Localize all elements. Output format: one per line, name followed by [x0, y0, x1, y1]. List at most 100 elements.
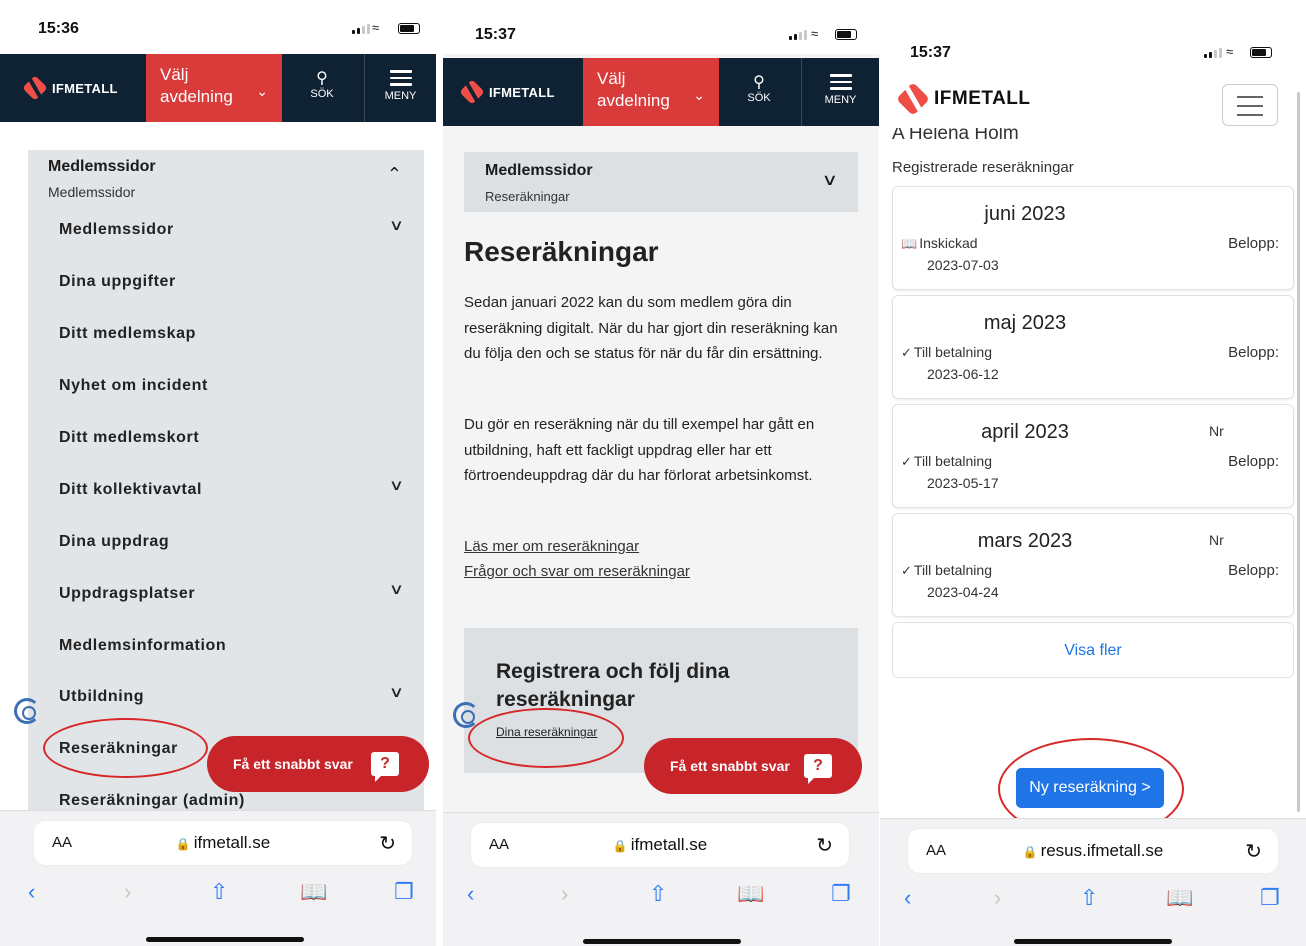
- expense-card[interactable]: mars 2023 ✓ Till betalning 2023-04-24 Bel…: [892, 513, 1294, 617]
- home-indicator: [583, 939, 741, 944]
- url-text: ifmetall.se: [193, 833, 271, 852]
- bookmarks-icon[interactable]: 📖: [1166, 885, 1193, 911]
- chevron-up-icon[interactable]: ⌃: [387, 164, 402, 185]
- reload-icon[interactable]: ↻: [1245, 839, 1262, 864]
- site-header: IFMETALL: [880, 76, 1306, 136]
- breadcrumb-title: Medlemssidor: [485, 162, 593, 179]
- menu-item-ditt-kollektivavtal[interactable]: Ditt kollektivavtal: [59, 481, 202, 499]
- chevron-down-icon[interactable]: ∨: [389, 216, 404, 234]
- back-icon[interactable]: ‹: [28, 879, 35, 905]
- chevron-down-icon[interactable]: ∨: [389, 476, 404, 494]
- phone-screen-reserakningar: 15:37 ≈ IFMETALL Välj avdelning ⌄ ⚲ SÖK …: [443, 0, 879, 946]
- back-icon[interactable]: ‹: [904, 885, 911, 911]
- forward-icon[interactable]: ›: [994, 885, 1001, 911]
- address-bar[interactable]: AA 🔒 ifmetall.se ↻: [471, 823, 849, 867]
- menu-item-medlemssidor[interactable]: Medlemssidor: [59, 221, 174, 239]
- site-header: IFMETALL Välj avdelning ⌄ ⚲ SÖK MENY: [0, 54, 436, 122]
- menu-toggle-button[interactable]: [1222, 84, 1278, 126]
- quick-answer-label: Få ett snabbt svar: [670, 758, 790, 774]
- read-more-link[interactable]: Läs mer om reseräkningar: [464, 538, 639, 555]
- ifmetall-logo[interactable]: IFMETALL: [898, 84, 1031, 114]
- chat-widget-icon[interactable]: [14, 698, 40, 724]
- scrollbar[interactable]: [1297, 92, 1300, 812]
- menu-item-dina-uppdrag[interactable]: Dina uppdrag: [59, 533, 169, 551]
- menu-item-ditt-medlemskort[interactable]: Ditt medlemskort: [59, 429, 199, 447]
- lock-icon: 🔒: [612, 839, 628, 853]
- home-indicator: [1014, 939, 1172, 944]
- chevron-down-icon[interactable]: ∨: [389, 580, 404, 598]
- phone-screen-resus: 15:37 ≈ IFMETALL A Helena Holm Registrer…: [880, 0, 1306, 946]
- menu-label: MENY: [824, 93, 857, 106]
- menu-item-nyhet-om-incident[interactable]: Nyhet om incident: [59, 377, 208, 395]
- card-date: 2023-04-24: [927, 584, 999, 600]
- reload-icon[interactable]: ↻: [379, 831, 396, 856]
- select-department-button[interactable]: Välj avdelning ⌄: [146, 54, 282, 122]
- expense-card[interactable]: juni 2023 📖 Inskickad 2023-07-03 Belopp:: [892, 186, 1294, 290]
- ifmetall-logo-icon: [898, 84, 928, 114]
- intro-paragraph: Sedan januari 2022 kan du som medlem gör…: [464, 294, 838, 362]
- phone-screen-menu: 15:36 ≈ IFMETALL Välj avdelning ⌄ ⚲ SÖK …: [0, 0, 436, 946]
- chevron-down-icon[interactable]: ∨: [822, 170, 838, 190]
- menu-header[interactable]: Medlemssidor Medlemssidor: [48, 158, 156, 200]
- quick-answer-button[interactable]: Få ett snabbt svar ?: [644, 738, 862, 794]
- menu-item-dina-uppgifter[interactable]: Dina uppgifter: [59, 273, 176, 291]
- share-icon[interactable]: ⇧: [649, 881, 667, 907]
- card-amount-label: Belopp:: [1228, 344, 1279, 361]
- reload-icon[interactable]: ↻: [816, 833, 833, 858]
- ifmetall-logo-icon: [461, 81, 483, 103]
- forward-icon[interactable]: ›: [561, 881, 568, 907]
- ifmetall-logo-icon: [24, 77, 46, 99]
- menu-header-sub: Medlemssidor: [48, 184, 136, 200]
- tabs-icon[interactable]: ❐: [831, 881, 851, 907]
- home-indicator: [146, 937, 304, 942]
- hamburger-icon: [829, 74, 852, 90]
- ifmetall-logo[interactable]: IFMETALL: [461, 81, 555, 103]
- menu-button[interactable]: MENY: [801, 58, 879, 126]
- ifmetall-logo[interactable]: IFMETALL: [24, 77, 118, 99]
- share-icon[interactable]: ⇧: [1080, 885, 1098, 911]
- menu-item-ditt-medlemskap[interactable]: Ditt medlemskap: [59, 325, 196, 343]
- wifi-icon: ≈: [811, 26, 819, 41]
- breadcrumb[interactable]: Medlemssidor Reseräkningar ∨: [464, 152, 858, 212]
- address-bar[interactable]: AA 🔒 resus.ifmetall.se ↻: [908, 829, 1278, 873]
- tabs-icon[interactable]: ❐: [394, 879, 414, 905]
- show-more-button[interactable]: Visa fler: [892, 622, 1294, 678]
- forward-icon[interactable]: ›: [124, 879, 131, 905]
- menu-item-medlemsinformation[interactable]: Medlemsinformation: [59, 637, 226, 655]
- select-department-button[interactable]: Välj avdelning ⌄: [583, 58, 719, 126]
- menu-header-title: Medlemssidor: [48, 158, 156, 175]
- faq-link[interactable]: Frågor och svar om reseräkningar: [464, 563, 690, 580]
- brand-name: IFMETALL: [489, 84, 555, 100]
- menu-item-reserakningar-admin[interactable]: Reseräkningar (admin): [59, 792, 245, 810]
- chevron-down-icon[interactable]: ∨: [389, 683, 404, 701]
- share-icon[interactable]: ⇧: [210, 879, 228, 905]
- card-amount-label: Belopp:: [1228, 235, 1279, 252]
- bookmarks-icon[interactable]: 📖: [737, 881, 764, 907]
- hamburger-icon: [389, 70, 412, 86]
- card-date: 2023-06-12: [927, 366, 999, 382]
- chat-widget-icon[interactable]: [453, 702, 479, 728]
- hamburger-icon: [1237, 96, 1263, 116]
- menu-item-utbildning[interactable]: Utbildning: [59, 688, 144, 706]
- book-icon: 📖: [901, 236, 918, 251]
- back-icon[interactable]: ‹: [467, 881, 474, 907]
- card-status: Till betalning: [913, 562, 992, 578]
- bookmarks-icon[interactable]: 📖: [300, 879, 327, 905]
- chevron-down-icon: ⌄: [693, 87, 705, 103]
- status-bar: 15:36 ≈: [0, 0, 436, 54]
- brand-name: IFMETALL: [934, 88, 1031, 109]
- site-header: IFMETALL Välj avdelning ⌄ ⚲ SÖK MENY: [443, 58, 879, 126]
- expense-card[interactable]: maj 2023 ✓ Till betalning 2023-06-12 Belo…: [892, 295, 1294, 399]
- quick-answer-button[interactable]: Få ett snabbt svar ?: [207, 736, 429, 792]
- search-button[interactable]: ⚲ SÖK: [292, 54, 352, 122]
- battery-icon: [1250, 47, 1272, 58]
- address-bar[interactable]: AA 🔒 ifmetall.se ↻: [34, 821, 412, 865]
- status-bar: 15:37 ≈: [880, 18, 1306, 72]
- menu-item-uppdragsplatser[interactable]: Uppdragsplatser: [59, 585, 195, 603]
- tabs-icon[interactable]: ❐: [1260, 885, 1280, 911]
- menu-button[interactable]: MENY: [364, 54, 436, 122]
- expense-card[interactable]: april 2023 ✓ Till betalning 2023-05-17 Be…: [892, 404, 1294, 508]
- card-status: Till betalning: [913, 344, 992, 360]
- search-button[interactable]: ⚲ SÖK: [729, 58, 789, 126]
- browser-toolbar: AA 🔒 ifmetall.se ↻ ‹ › ⇧ 📖 ❐: [0, 810, 436, 946]
